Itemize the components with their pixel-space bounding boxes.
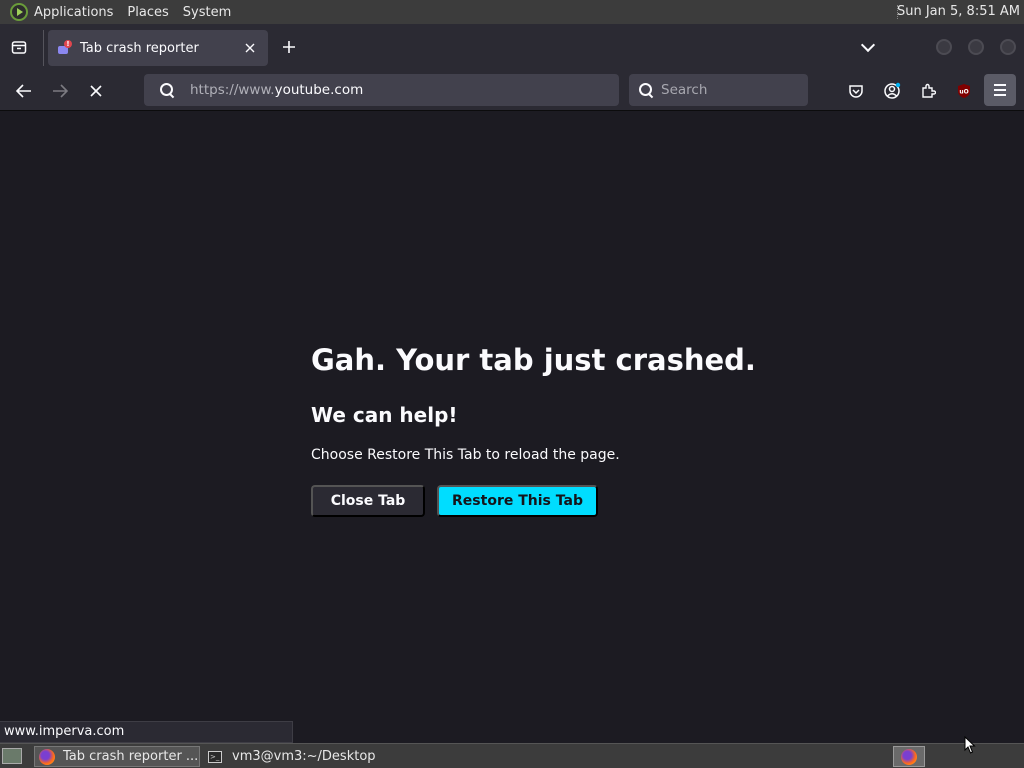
terminal-icon: >_	[208, 750, 222, 763]
clock[interactable]: Sun Jan 5, 8:51 AM	[897, 0, 1020, 24]
tab-strip: ! Tab crash reporter	[0, 24, 1024, 70]
ublock-origin-button[interactable]: uO	[953, 80, 975, 102]
maximize-button[interactable]	[968, 39, 984, 55]
search-icon	[639, 83, 653, 97]
stop-icon	[90, 85, 102, 97]
account-icon	[884, 82, 901, 99]
page-content: Gah. Your tab just crashed. We can help!…	[0, 112, 1024, 742]
puzzle-icon	[922, 83, 936, 98]
crash-favicon-icon: !	[58, 40, 74, 56]
svg-text:uO: uO	[959, 89, 968, 96]
taskbar-item-label: Tab crash reporter ...	[63, 749, 199, 764]
forward-button[interactable]	[47, 78, 73, 104]
crash-title: Gah. Your tab just crashed.	[311, 343, 756, 377]
search-bar[interactable]: Search	[629, 74, 808, 106]
places-menu[interactable]: Places	[127, 5, 168, 20]
close-tab-button[interactable]: Close Tab	[311, 485, 425, 517]
tab-title: Tab crash reporter	[80, 40, 199, 56]
back-button[interactable]	[11, 78, 37, 104]
url-bar[interactable]: https://www.youtube.com	[144, 74, 619, 106]
crash-actions: Close Tab Restore This Tab	[311, 485, 756, 517]
taskbar-item-firefox[interactable]: Tab crash reporter ...	[34, 746, 200, 767]
tab-crash-reporter[interactable]: ! Tab crash reporter	[48, 30, 268, 66]
navigation-toolbar: https://www.youtube.com Search uO	[0, 70, 1024, 111]
system-top-panel: Applications Places System Sun Jan 5, 8:…	[0, 0, 1024, 24]
close-icon	[245, 43, 255, 53]
firefox-view-button[interactable]	[8, 36, 30, 58]
system-taskbar: Tab crash reporter ... >_ vm3@vm3:~/Desk…	[0, 743, 1024, 768]
taskbar-item-label: vm3@vm3:~/Desktop	[232, 749, 376, 764]
distro-logo-icon[interactable]	[10, 3, 28, 21]
show-desktop-icon[interactable]	[2, 748, 22, 764]
hamburger-icon	[994, 84, 1006, 86]
crash-subtitle: We can help!	[311, 403, 458, 427]
mouse-cursor-icon	[964, 736, 976, 754]
taskbar-item-terminal[interactable]: >_ vm3@vm3:~/Desktop	[204, 746, 404, 767]
firefox-view-icon	[11, 41, 27, 54]
url-prefix: https://www.	[190, 82, 275, 98]
arrow-left-icon	[16, 84, 31, 98]
extensions-button[interactable]	[917, 80, 939, 102]
new-tab-button[interactable]	[278, 36, 300, 58]
pocket-icon	[849, 85, 863, 98]
firefox-icon	[901, 748, 917, 765]
tab-separator	[43, 30, 44, 66]
window-close-button[interactable]	[1000, 39, 1016, 55]
crash-message-container: Gah. Your tab just crashed. We can help!…	[311, 340, 756, 517]
url-text[interactable]: https://www.youtube.com	[190, 82, 363, 98]
tab-close-button[interactable]	[240, 38, 260, 58]
system-menu[interactable]: System	[183, 5, 231, 20]
workspace-switcher[interactable]	[893, 746, 925, 767]
pocket-button[interactable]	[845, 80, 867, 102]
firefox-icon	[39, 748, 55, 765]
search-placeholder: Search	[661, 82, 708, 98]
minimize-button[interactable]	[936, 39, 952, 55]
status-link-preview: www.imperva.com	[0, 721, 293, 743]
applications-menu[interactable]: Applications	[34, 5, 113, 20]
stop-loading-button[interactable]	[83, 78, 109, 104]
arrow-right-icon	[53, 84, 68, 98]
ublock-shield-icon: uO	[958, 84, 970, 98]
url-domain: youtube.com	[274, 82, 364, 98]
app-menu-button[interactable]	[984, 74, 1016, 106]
plus-icon	[283, 41, 295, 53]
search-icon	[160, 83, 174, 97]
restore-tab-button[interactable]: Restore This Tab	[437, 485, 598, 517]
account-button[interactable]	[881, 80, 903, 102]
crash-instructions: Choose Restore This Tab to reload the pa…	[311, 447, 620, 463]
list-all-tabs-button[interactable]	[858, 36, 878, 58]
